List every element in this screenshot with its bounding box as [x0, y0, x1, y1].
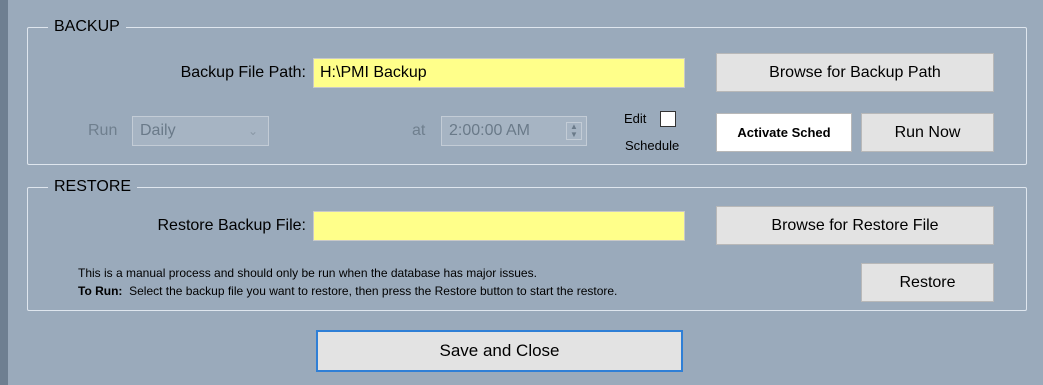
- restore-note-line1: This is a manual process and should only…: [78, 266, 537, 280]
- time-input[interactable]: 2:00:00 AM ▲ ▼: [441, 116, 587, 146]
- activate-schedule-button[interactable]: Activate Sched: [716, 113, 852, 152]
- backup-legend: BACKUP: [48, 17, 126, 37]
- schedule-label: Schedule: [625, 138, 680, 153]
- restore-note: This is a manual process and should only…: [78, 264, 617, 300]
- edit-label: Edit: [624, 111, 647, 126]
- time-value: 2:00:00 AM: [449, 122, 530, 139]
- run-frequency-select[interactable]: Daily ⌄: [132, 116, 269, 146]
- restore-note-line2: To Run: Select the backup file you want …: [78, 282, 617, 300]
- edit-schedule-checkbox[interactable]: [660, 111, 676, 127]
- browse-backup-path-button[interactable]: Browse for Backup Path: [716, 53, 994, 92]
- browse-restore-file-button[interactable]: Browse for Restore File: [716, 206, 994, 245]
- run-frequency-value: Daily: [140, 122, 176, 139]
- window-left-border: [0, 0, 8, 385]
- run-label: Run: [88, 122, 118, 139]
- chevron-down-icon: ⌄: [247, 124, 258, 138]
- spinner-icon[interactable]: ▲ ▼: [566, 122, 582, 140]
- restore-note-bold: To Run:: [78, 284, 123, 298]
- run-now-button[interactable]: Run Now: [861, 113, 994, 152]
- backup-path-label: Backup File Path:: [180, 64, 306, 81]
- restore-button[interactable]: Restore: [861, 263, 994, 302]
- at-label: at: [412, 122, 426, 139]
- save-and-close-button[interactable]: Save and Close: [316, 330, 683, 372]
- restore-file-label: Restore Backup File:: [157, 217, 306, 234]
- restore-legend: RESTORE: [48, 177, 138, 197]
- restore-note-text: Select the backup file you want to resto…: [129, 284, 618, 298]
- backup-path-input[interactable]: H:\PMI Backup: [313, 58, 685, 88]
- restore-file-input[interactable]: [313, 211, 685, 241]
